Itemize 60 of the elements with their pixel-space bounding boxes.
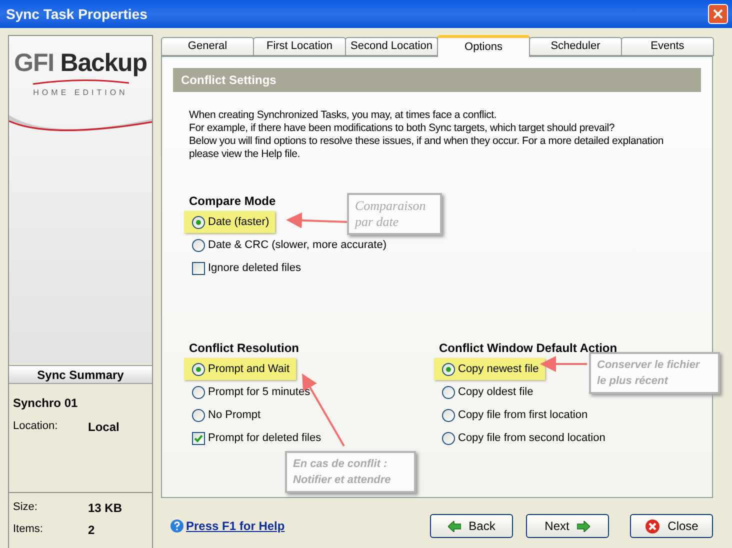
radio-button[interactable]: [192, 408, 205, 422]
radio-button[interactable]: [192, 362, 205, 376]
radio-button[interactable]: [442, 432, 455, 444]
callout: En cas de conflit : Notifier et attendre: [285, 451, 416, 493]
right-arrow-icon: [577, 520, 590, 532]
option-label[interactable]: Ignore deleted files: [208, 261, 301, 275]
callout: Comparaison par date: [347, 193, 442, 235]
option-label[interactable]: Prompt for deleted files: [208, 431, 322, 445]
next-button[interactable]: Next: [526, 514, 609, 538]
group-title: Conflict Window Default Action: [439, 341, 618, 355]
help-icon: [170, 519, 184, 533]
tab[interactable]: First Location: [253, 37, 346, 56]
stat-value: 2: [88, 522, 95, 539]
option-label[interactable]: Prompt and Wait: [208, 362, 290, 376]
help-link[interactable]: Press F1 for Help: [170, 517, 430, 535]
radio-button[interactable]: [442, 362, 455, 376]
task-name: Synchro 01: [13, 395, 79, 412]
close-icon: [713, 9, 723, 19]
stat-label: Size:: [13, 500, 38, 515]
checkbox[interactable]: [192, 432, 205, 444]
option-label[interactable]: Copy file from second location: [458, 431, 606, 445]
close-button[interactable]: Close: [630, 514, 713, 538]
tab[interactable]: Second Location: [345, 37, 438, 56]
radio-button[interactable]: [192, 238, 205, 252]
arrow: [286, 212, 348, 228]
group-title: Conflict Resolution: [189, 341, 299, 355]
tab[interactable]: General: [161, 37, 254, 56]
swoosh-icon: [30, 79, 130, 85]
field-label: Location:: [13, 419, 59, 434]
option-label[interactable]: No Prompt: [208, 408, 261, 422]
summary-title: Sync Summary: [37, 366, 124, 384]
window-title: Sync Task Properties: [6, 4, 148, 24]
tab[interactable]: Scheduler: [529, 37, 622, 56]
option-label[interactable]: Prompt for 5 minutes: [208, 385, 310, 399]
close-button[interactable]: [708, 4, 728, 24]
option-label[interactable]: Copy oldest file: [458, 385, 534, 399]
section-title: Conflict Settings: [181, 72, 276, 89]
left-arrow-icon: [448, 520, 461, 532]
option-label[interactable]: Copy newest file: [458, 362, 539, 376]
group-title: Compare Mode: [189, 194, 276, 208]
checkbox[interactable]: [192, 262, 205, 274]
radio-button[interactable]: [442, 386, 455, 398]
tab[interactable]: Events: [621, 37, 714, 56]
field-value: Local: [88, 419, 120, 436]
back-button[interactable]: Back: [430, 514, 513, 538]
stat-label: Items:: [13, 522, 44, 537]
arrow: [540, 356, 587, 372]
stat-value: 13 KB: [88, 500, 122, 517]
tab[interactable]: Options: [437, 35, 530, 57]
radio-button[interactable]: [192, 216, 205, 228]
callout: Conserver le fichier le plus récent: [589, 352, 720, 394]
radio-button[interactable]: [442, 408, 455, 422]
option-label[interactable]: Date & CRC (slower, more accurate): [208, 238, 386, 252]
logo: GFI Backup: [14, 51, 147, 76]
edition-label: HOME EDITION: [33, 87, 128, 99]
radio-button[interactable]: [192, 386, 205, 398]
close-icon: [644, 518, 660, 534]
option-label[interactable]: Copy file from first location: [458, 408, 588, 422]
option-label[interactable]: Date (faster): [208, 215, 270, 229]
intro-text: When creating Synchronized Tasks, you may, at times face a conflict. For example, if there have been modifications to both Sync targets, which target should prevail? Below you will find options to resolve these issues, if and when they occur. For a more detailed explanation please view the Help file.: [189, 109, 664, 161]
